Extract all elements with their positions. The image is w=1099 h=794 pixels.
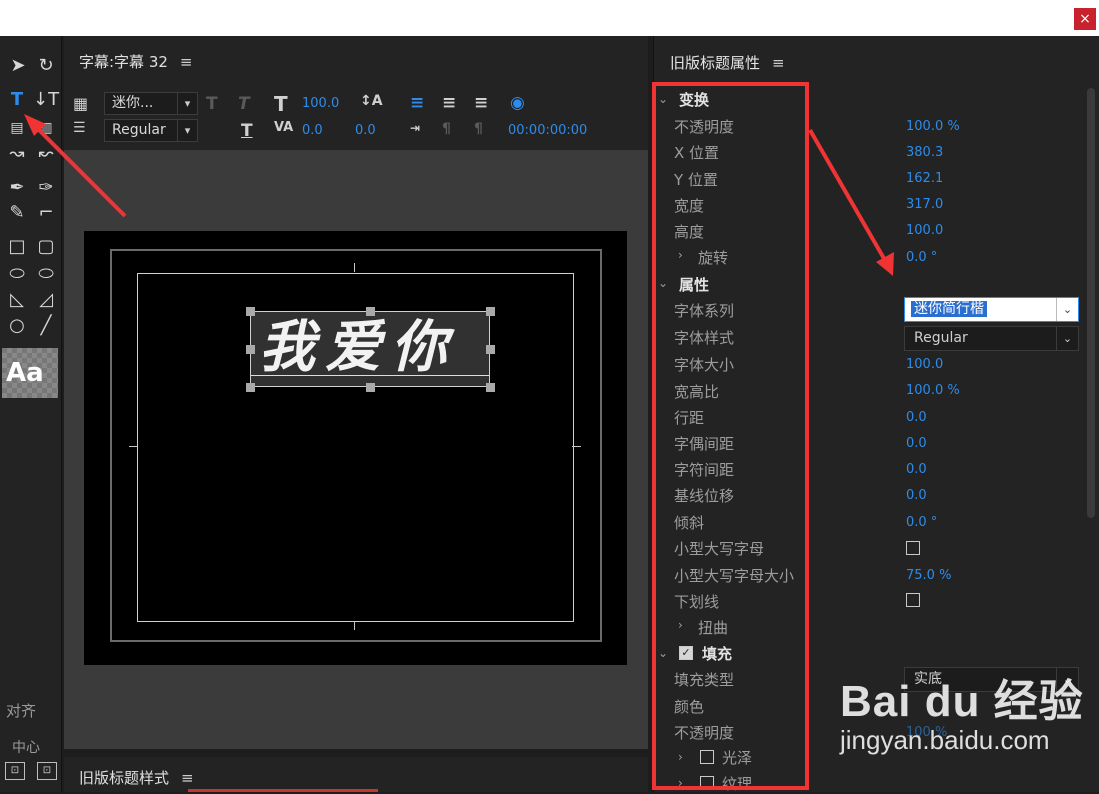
arrow-to-font-family (808, 129, 888, 263)
watermark-url: jingyan.baidu.com (840, 725, 1050, 755)
watermark-logo: Bai du 经验 (840, 677, 1084, 726)
arrow-to-type-tool (31, 122, 127, 218)
arrow-head-icon (876, 252, 894, 276)
baidu-watermark: Bai du 经验 jingyan.baidu.com (840, 665, 1084, 756)
